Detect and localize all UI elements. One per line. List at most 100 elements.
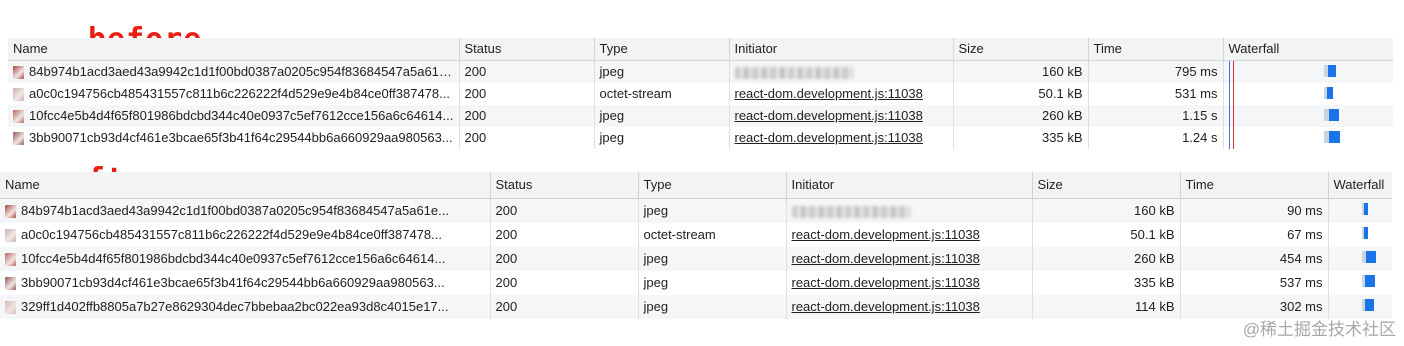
- request-name-cell[interactable]: 3bb90071cb93d4cf461e3bcae65f3b41f64c2954…: [0, 271, 490, 295]
- type-cell: octet-stream: [637, 222, 786, 247]
- status-cell: 200: [458, 82, 594, 105]
- type-cell: jpeg: [593, 126, 729, 149]
- request-name-cell[interactable]: 3bb90071cb93d4cf461e3bcae65f3b41f64c2954…: [8, 127, 459, 149]
- request-row[interactable]: a0c0c194756cb485431557c811b6c226222f4d52…: [8, 82, 1393, 105]
- image-thumbnail-icon: [5, 229, 16, 243]
- initiator-cell[interactable]: react-dom.development.js:11038: [785, 246, 1032, 271]
- request-name-cell[interactable]: 84b974b1acd3aed43a9942c1d1f00bd0387a0205…: [8, 60, 459, 83]
- image-thumbnail-icon: [13, 132, 24, 146]
- initiator-link[interactable]: react-dom.development.js:11038: [735, 130, 923, 145]
- request-row[interactable]: 84b974b1acd3aed43a9942c1d1f00bd0387a0205…: [0, 198, 1392, 223]
- status-cell: 200: [458, 104, 594, 127]
- initiator-cell[interactable]: [785, 198, 1032, 223]
- type-cell: jpeg: [637, 270, 786, 295]
- image-thumbnail-icon: [13, 88, 24, 102]
- request-row[interactable]: 84b974b1acd3aed43a9942c1d1f00bd0387a0205…: [8, 60, 1393, 83]
- load-event-line: [1232, 126, 1234, 149]
- time-cell: 1.15 s: [1087, 104, 1223, 127]
- waterfall-cell: [1222, 82, 1393, 105]
- waterfall-download-bar: [1364, 274, 1375, 287]
- initiator-link[interactable]: react-dom.development.js:11038: [735, 108, 923, 123]
- waterfall-download-bar: [1364, 298, 1374, 311]
- initiator-cell[interactable]: react-dom.development.js:11038: [785, 270, 1032, 295]
- after-table-body: 84b974b1acd3aed43a9942c1d1f00bd0387a0205…: [0, 198, 1392, 319]
- before-requests-table: Name Status Type Initiator Size Time Wat…: [8, 38, 1393, 149]
- initiator-cell[interactable]: [728, 60, 953, 83]
- watermark: @稀土掘金技术社区: [1242, 320, 1396, 339]
- size-cell: 335 kB: [1031, 270, 1180, 295]
- waterfall-cell: [1327, 246, 1392, 271]
- request-row[interactable]: 10fcc4e5b4d4f65f801986bdcbd344c40e0937c5…: [0, 246, 1392, 271]
- column-header-status[interactable]: Status: [489, 172, 638, 199]
- size-cell: 260 kB: [952, 104, 1088, 127]
- waterfall-cell: [1222, 126, 1393, 149]
- initiator-link[interactable]: react-dom.development.js:11038: [792, 227, 980, 242]
- waterfall-cell: [1222, 60, 1393, 83]
- initiator-cell[interactable]: react-dom.development.js:11038: [728, 104, 953, 127]
- waterfall-cell: [1222, 104, 1393, 127]
- initiator-cell[interactable]: react-dom.development.js:11038: [785, 222, 1032, 247]
- time-cell: 1.24 s: [1087, 126, 1223, 149]
- request-name: 10fcc4e5b4d4f65f801986bdcbd344c40e0937c5…: [21, 250, 446, 266]
- type-cell: octet-stream: [593, 82, 729, 105]
- image-thumbnail-icon: [13, 66, 24, 80]
- column-header-name[interactable]: Name: [0, 172, 490, 199]
- request-name: 3bb90071cb93d4cf461e3bcae65f3b41f64c2954…: [21, 274, 445, 290]
- time-cell: 537 ms: [1179, 270, 1328, 295]
- dom-content-loaded-line: [1228, 82, 1230, 105]
- request-name-cell[interactable]: 10fcc4e5b4d4f65f801986bdcbd344c40e0937c5…: [0, 246, 490, 271]
- before-table-body: 84b974b1acd3aed43a9942c1d1f00bd0387a0205…: [8, 60, 1393, 149]
- request-name-cell[interactable]: 329ff1d402ffb8805a7b27e8629304dec7bbebaa…: [0, 294, 490, 319]
- request-name-cell[interactable]: a0c0c194756cb485431557c811b6c226222f4d52…: [8, 83, 459, 105]
- request-row[interactable]: 3bb90071cb93d4cf461e3bcae65f3b41f64c2954…: [8, 126, 1393, 149]
- size-cell: 160 kB: [1031, 198, 1180, 223]
- load-event-line: [1232, 60, 1234, 83]
- load-event-line: [1232, 104, 1234, 127]
- column-header-initiator[interactable]: Initiator: [728, 38, 953, 61]
- request-row[interactable]: a0c0c194756cb485431557c811b6c226222f4d52…: [0, 222, 1392, 247]
- image-thumbnail-icon: [5, 205, 16, 219]
- waterfall-download-bar: [1327, 64, 1336, 77]
- column-header-time[interactable]: Time: [1087, 38, 1223, 61]
- column-header-initiator[interactable]: Initiator: [785, 172, 1032, 199]
- request-name-cell[interactable]: 84b974b1acd3aed43a9942c1d1f00bd0387a0205…: [0, 198, 490, 223]
- initiator-link[interactable]: react-dom.development.js:11038: [792, 299, 980, 314]
- column-header-type[interactable]: Type: [637, 172, 786, 199]
- request-row[interactable]: 10fcc4e5b4d4f65f801986bdcbd344c40e0937c5…: [8, 104, 1393, 127]
- request-name-cell[interactable]: 10fcc4e5b4d4f65f801986bdcbd344c40e0937c5…: [8, 104, 459, 127]
- request-row[interactable]: 3bb90071cb93d4cf461e3bcae65f3b41f64c2954…: [0, 270, 1392, 295]
- request-name-cell[interactable]: a0c0c194756cb485431557c811b6c226222f4d52…: [0, 223, 490, 247]
- waterfall-cell: [1327, 222, 1392, 247]
- dom-content-loaded-line: [1228, 60, 1230, 83]
- type-cell: jpeg: [637, 198, 786, 223]
- initiator-cell[interactable]: react-dom.development.js:11038: [728, 82, 953, 105]
- column-header-name[interactable]: Name: [8, 38, 459, 61]
- column-header-time[interactable]: Time: [1179, 172, 1328, 199]
- status-cell: 200: [458, 60, 594, 83]
- status-cell: 200: [489, 198, 638, 223]
- size-cell: 50.1 kB: [1031, 222, 1180, 247]
- type-cell: jpeg: [593, 60, 729, 83]
- column-header-status[interactable]: Status: [458, 38, 594, 61]
- initiator-link[interactable]: react-dom.development.js:11038: [792, 275, 980, 290]
- initiator-cell[interactable]: react-dom.development.js:11038: [785, 294, 1032, 319]
- waterfall-download-bar: [1326, 86, 1333, 99]
- request-name: 84b974b1acd3aed43a9942c1d1f00bd0387a0205…: [29, 63, 457, 79]
- status-cell: 200: [489, 246, 638, 271]
- column-header-size[interactable]: Size: [1031, 172, 1180, 199]
- after-requests-table: Name Status Type Initiator Size Time Wat…: [0, 172, 1392, 319]
- request-row[interactable]: 329ff1d402ffb8805a7b27e8629304dec7bbebaa…: [0, 294, 1392, 319]
- waterfall-cell: [1327, 270, 1392, 295]
- size-cell: 114 kB: [1031, 294, 1180, 319]
- initiator-link[interactable]: react-dom.development.js:11038: [735, 86, 923, 101]
- column-header-size[interactable]: Size: [952, 38, 1088, 61]
- initiator-cell[interactable]: react-dom.development.js:11038: [728, 126, 953, 149]
- column-header-waterfall[interactable]: Waterfall: [1222, 38, 1393, 61]
- type-cell: jpeg: [637, 246, 786, 271]
- image-thumbnail-icon: [5, 301, 16, 315]
- initiator-link[interactable]: react-dom.development.js:11038: [792, 251, 980, 266]
- size-cell: 335 kB: [952, 126, 1088, 149]
- column-header-waterfall[interactable]: Waterfall: [1327, 172, 1392, 199]
- blurred-initiator: [734, 66, 853, 79]
- column-header-type[interactable]: Type: [593, 38, 729, 61]
